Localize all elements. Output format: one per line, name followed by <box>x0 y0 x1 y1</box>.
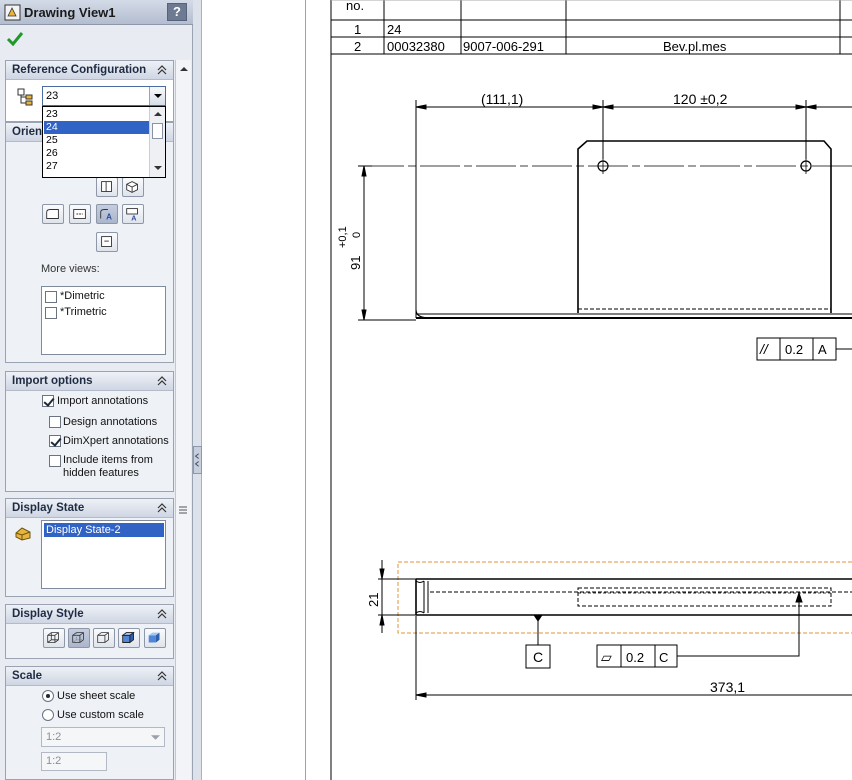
dropdown-option-highlighted[interactable]: 24 <box>44 121 149 134</box>
parallelism-value: 0.2 <box>785 342 803 357</box>
front-view-geometry[interactable] <box>358 100 852 321</box>
dimension-111-text: (111,1) <box>481 91 523 107</box>
flatness-value: 0.2 <box>626 650 644 665</box>
dropdown-scrollbar[interactable] <box>149 107 165 177</box>
selected-view-highlight[interactable] <box>397 561 852 634</box>
dimension-120-text: 120 ±0,2 <box>673 91 728 107</box>
bom-row1-no: 1 <box>354 22 361 37</box>
dimension-91[interactable] <box>361 165 367 321</box>
top-view-geometry[interactable] <box>378 578 852 700</box>
bom-header-no: no. <box>346 0 364 13</box>
dimension-373[interactable] <box>415 692 852 698</box>
dropdown-option[interactable]: 27 <box>44 160 149 173</box>
dimension-373-text: 373,1 <box>710 679 745 695</box>
scrollbar-thumb[interactable] <box>152 123 163 139</box>
bom-row2-item: 9007-006-291 <box>463 39 544 54</box>
dropdown-option[interactable]: 25 <box>44 134 149 147</box>
tolerance-upper-text: +0,1 <box>337 226 349 248</box>
configuration-dropdown-list[interactable]: 23 24 25 26 27 <box>42 106 166 178</box>
flatness-symbol: ▱ <box>601 649 612 665</box>
bom-row2-desc: Bev.pl.mes <box>663 39 727 54</box>
scroll-down-arrow-icon[interactable] <box>150 163 166 173</box>
bom-row2-part: 00032380 <box>387 39 445 54</box>
dimension-120[interactable] <box>602 104 852 110</box>
dropdown-option[interactable]: 23 <box>44 108 149 121</box>
dimension-91-text: 91 <box>348 256 363 270</box>
dimension-21-text: 21 <box>366 593 381 607</box>
scroll-up-arrow-icon[interactable] <box>150 109 166 119</box>
sheet-border <box>330 0 852 780</box>
flatness-datum: C <box>659 650 668 665</box>
tolerance-lower-text: 0 <box>351 232 363 238</box>
bom-row2-no: 2 <box>354 39 361 54</box>
dropdown-option[interactable]: 26 <box>44 147 149 160</box>
bom-row1-part: 24 <box>387 22 401 37</box>
parallelism-datum: A <box>818 342 827 357</box>
parallelism-tolerance-frame[interactable] <box>756 337 852 361</box>
datum-c-text: C <box>533 649 543 665</box>
